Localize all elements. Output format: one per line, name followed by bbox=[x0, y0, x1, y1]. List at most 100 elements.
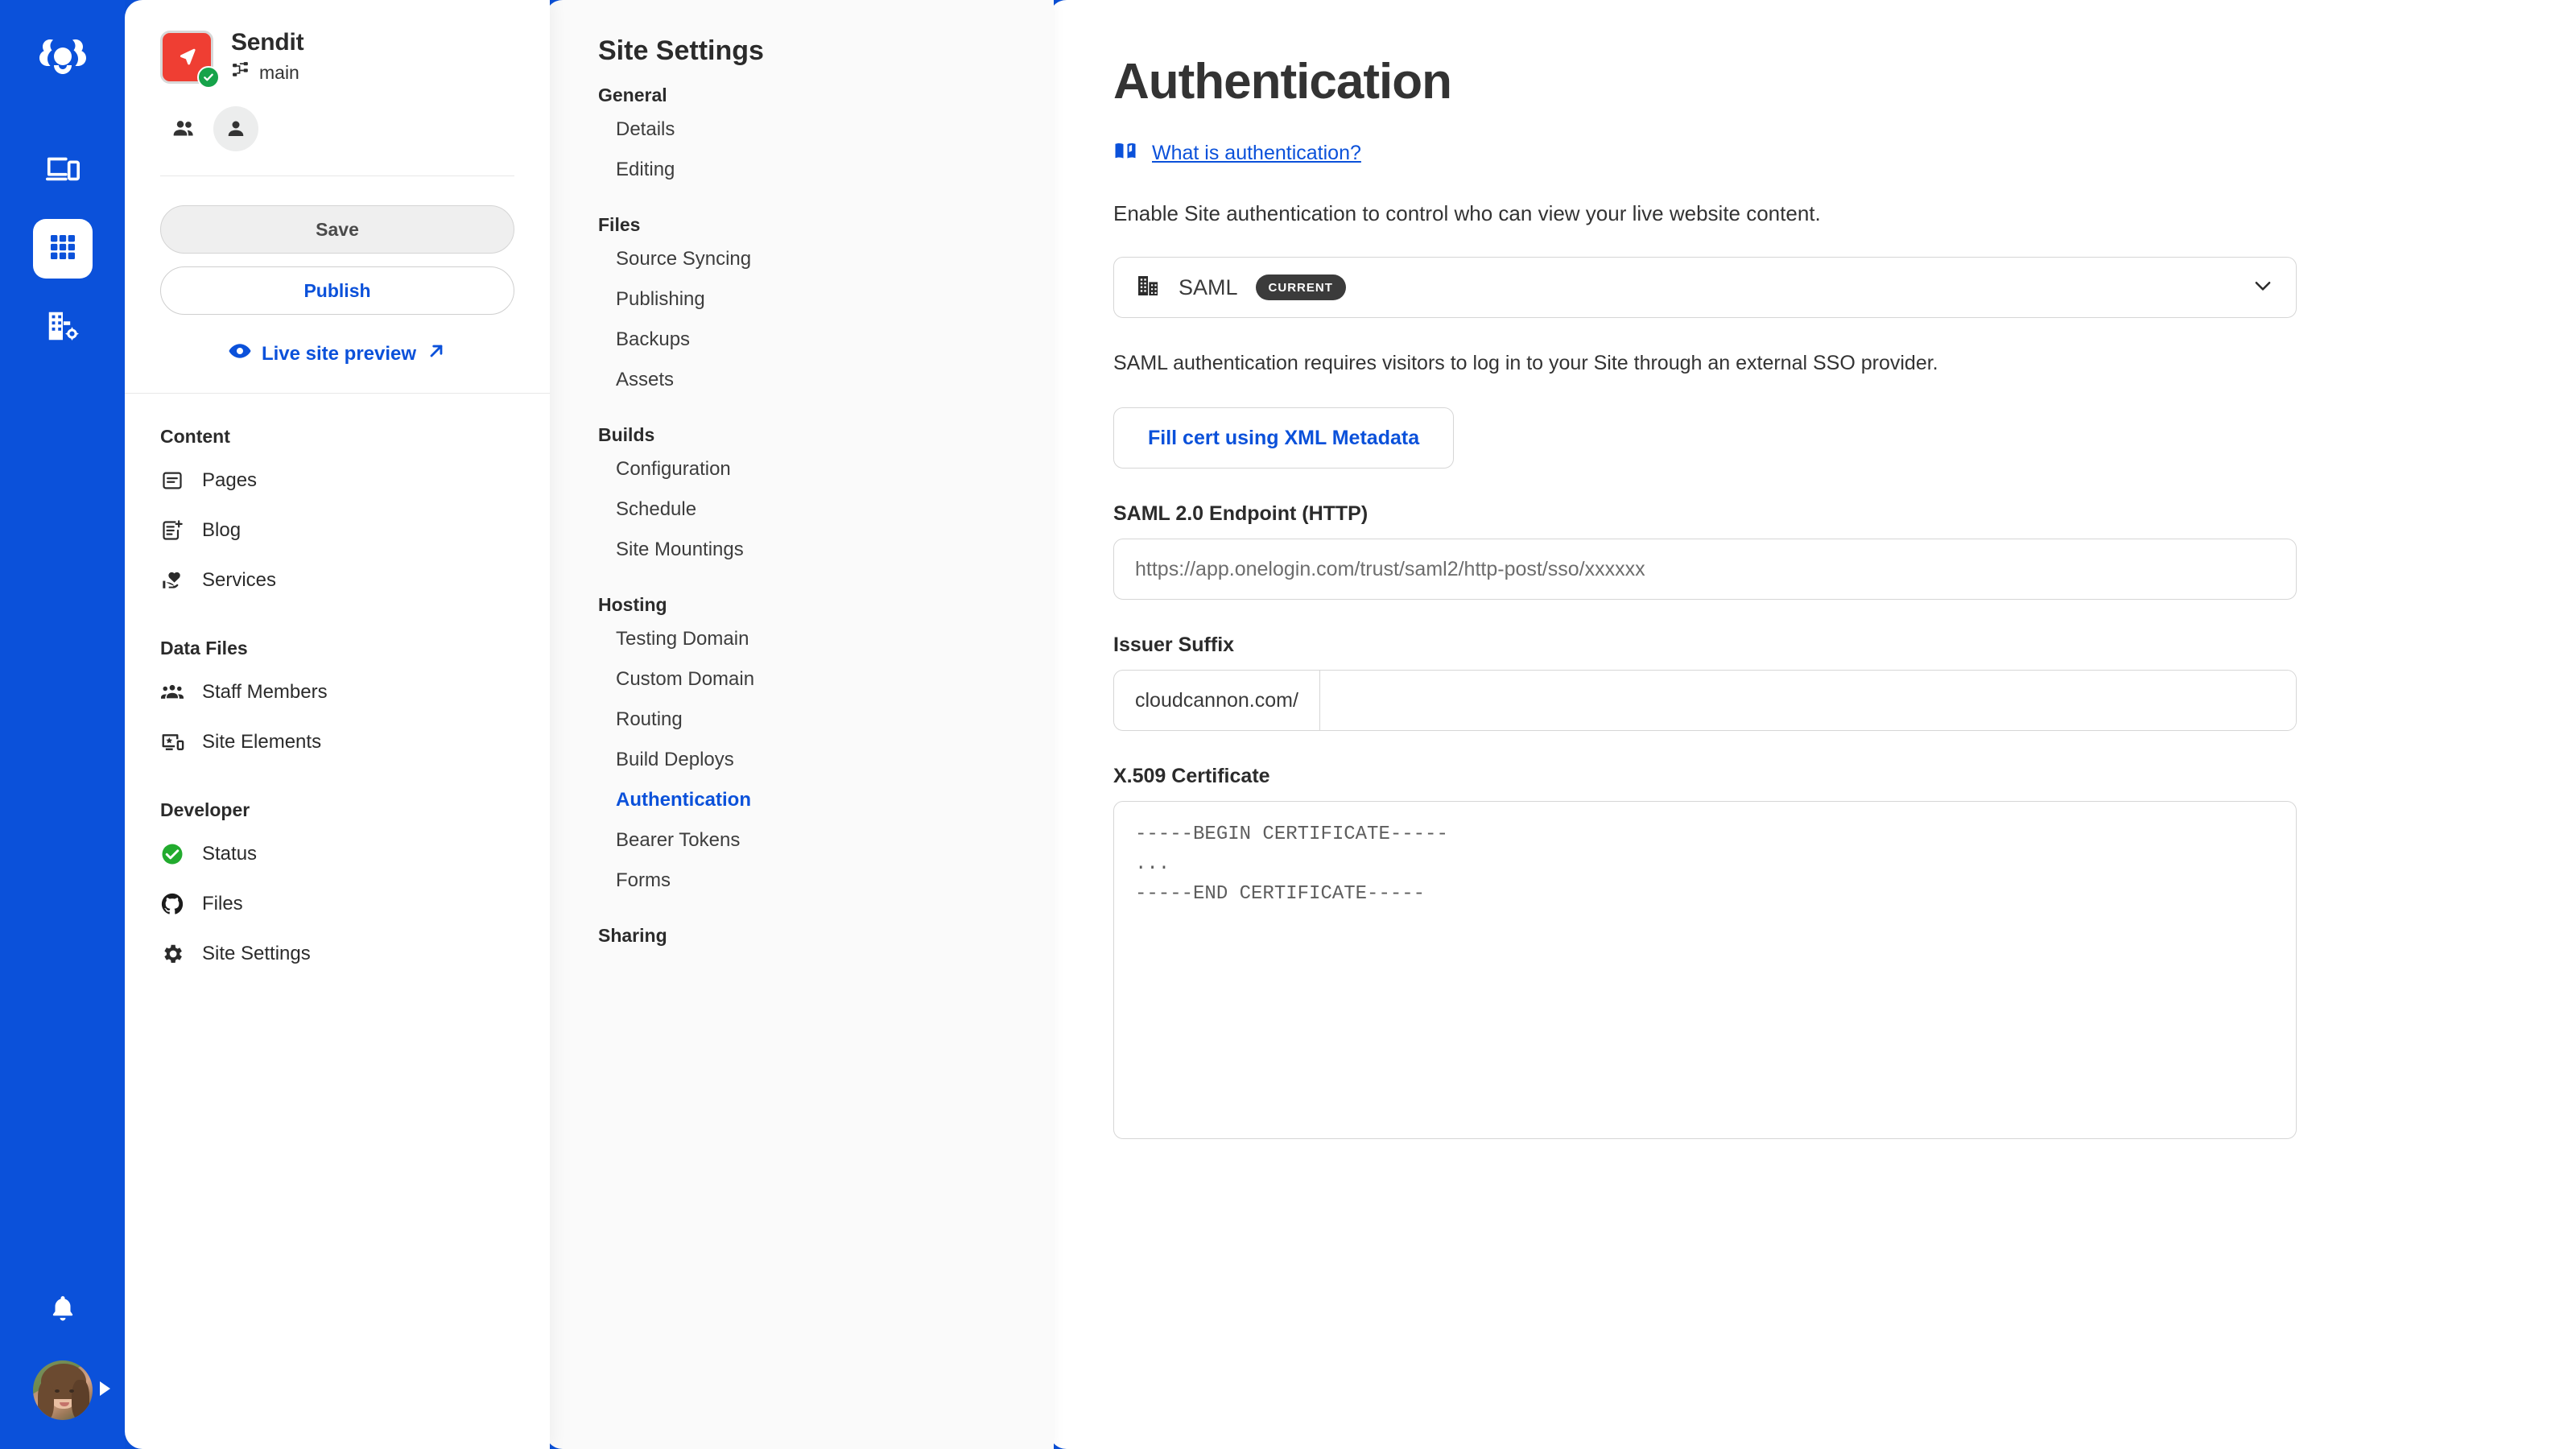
sidebar-item-label: Pages bbox=[202, 469, 258, 491]
site-branch: main bbox=[231, 60, 303, 85]
sidebar-item-status[interactable]: Status bbox=[160, 829, 514, 879]
auth-method-select[interactable]: SAML CURRENT bbox=[1113, 257, 2297, 318]
live-site-preview-link[interactable]: Live site preview bbox=[160, 339, 514, 369]
sidebar-item-staff-members[interactable]: Staff Members bbox=[160, 667, 514, 717]
app-root: Sendit main Save Publish Live site previ… bbox=[0, 0, 2576, 1449]
settings-group-sharing: Sharing bbox=[598, 925, 667, 946]
building-icon bbox=[1135, 273, 1161, 303]
page-icon bbox=[160, 469, 184, 493]
saml-endpoint-input[interactable] bbox=[1113, 539, 2297, 600]
site-people bbox=[160, 106, 514, 151]
services-heart-hand-icon bbox=[160, 568, 184, 592]
cloudcannon-logo-icon[interactable] bbox=[32, 29, 93, 90]
settings-group-general: General bbox=[598, 85, 667, 105]
arrow-up-right-icon bbox=[426, 341, 447, 367]
intro-text: Enable Site authentication to control wh… bbox=[1113, 201, 1821, 225]
divider bbox=[125, 393, 550, 394]
sidebar-item-label: Files bbox=[202, 893, 243, 914]
issuer-suffix-prefix: cloudcannon.com/ bbox=[1114, 671, 1320, 730]
publish-button[interactable]: Publish bbox=[160, 266, 514, 315]
rail-item-organisation-settings[interactable] bbox=[33, 298, 93, 357]
settings-link-schedule[interactable]: Schedule bbox=[598, 489, 1054, 530]
rail-items bbox=[32, 140, 93, 357]
settings-link-source-syncing[interactable]: Source Syncing bbox=[598, 239, 1054, 279]
avatar[interactable] bbox=[32, 1360, 110, 1420]
settings-link-assets[interactable]: Assets bbox=[598, 360, 1054, 400]
status-check-icon bbox=[160, 842, 184, 866]
sidebar-item-site-elements[interactable]: Site Elements bbox=[160, 717, 514, 767]
sidebar-item-label: Site Elements bbox=[202, 731, 322, 753]
settings-nav-panel: Site Settings General Details Editing Fi… bbox=[545, 0, 1054, 1449]
settings-link-editing[interactable]: Editing bbox=[598, 150, 1054, 190]
sidebar-item-label: Services bbox=[202, 569, 277, 591]
site-branch-label: main bbox=[259, 62, 299, 83]
settings-group-builds: Builds bbox=[598, 424, 655, 445]
save-button[interactable]: Save bbox=[160, 205, 514, 254]
nav-group-title-developer: Developer bbox=[160, 799, 250, 820]
settings-link-backups[interactable]: Backups bbox=[598, 320, 1054, 360]
settings-link-details[interactable]: Details bbox=[598, 109, 1054, 150]
settings-group-hosting: Hosting bbox=[598, 594, 667, 615]
rail-bottom bbox=[0, 1288, 125, 1420]
main-content: Authentication What is authentication? E… bbox=[1049, 0, 2576, 1449]
rail-item-visual-editor[interactable] bbox=[33, 140, 93, 200]
site-identity[interactable]: Sendit main bbox=[160, 29, 514, 89]
staff-members-icon bbox=[160, 680, 184, 704]
settings-link-bearer-tokens[interactable]: Bearer Tokens bbox=[598, 820, 1054, 861]
sidebar-item-files[interactable]: Files bbox=[160, 879, 514, 929]
endpoint-field-label: SAML 2.0 Endpoint (HTTP) bbox=[1113, 502, 1368, 525]
settings-link-site-mountings[interactable]: Site Mountings bbox=[598, 530, 1054, 570]
settings-link-routing[interactable]: Routing bbox=[598, 700, 1054, 740]
site-header: Sendit main bbox=[125, 0, 550, 176]
people-icon[interactable] bbox=[162, 106, 207, 151]
site-panel: Sendit main Save Publish Live site previ… bbox=[125, 0, 550, 1449]
sidebar-item-blog[interactable]: Blog bbox=[160, 506, 514, 555]
x509-certificate-field-label: X.509 Certificate bbox=[1113, 765, 1270, 787]
issuer-suffix-input[interactable] bbox=[1319, 671, 2296, 730]
documentation-link-label[interactable]: What is authentication? bbox=[1152, 142, 1361, 165]
settings-link-publishing[interactable]: Publishing bbox=[598, 279, 1054, 320]
avatar-image bbox=[32, 1360, 93, 1420]
auth-method-select-value: SAML CURRENT bbox=[1135, 273, 2251, 303]
github-icon bbox=[160, 892, 184, 916]
auth-method-label: SAML bbox=[1179, 275, 1238, 299]
nav-group-title-data-files: Data Files bbox=[160, 638, 248, 658]
site-logo bbox=[160, 31, 220, 89]
sidebar-item-label: Site Settings bbox=[202, 943, 311, 964]
caret-right-icon bbox=[99, 1381, 110, 1396]
blog-icon bbox=[160, 518, 184, 543]
sidebar-item-pages[interactable]: Pages bbox=[160, 456, 514, 506]
gear-icon bbox=[160, 942, 184, 966]
person-icon[interactable] bbox=[213, 106, 258, 151]
issuer-suffix-field-label: Issuer Suffix bbox=[1113, 634, 1235, 656]
settings-link-forms[interactable]: Forms bbox=[598, 861, 1054, 901]
devices-icon bbox=[44, 150, 81, 191]
book-icon bbox=[1113, 139, 1137, 167]
check-icon bbox=[197, 66, 220, 89]
live-site-preview-label: Live site preview bbox=[261, 342, 417, 365]
site-name: Sendit bbox=[231, 29, 304, 56]
settings-link-build-deploys[interactable]: Build Deploys bbox=[598, 740, 1054, 780]
site-nav: Content Pages Blog Services Data Files S… bbox=[125, 426, 550, 979]
settings-link-testing-domain[interactable]: Testing Domain bbox=[598, 619, 1054, 659]
x509-certificate-textarea[interactable] bbox=[1113, 801, 2297, 1139]
settings-group-files: Files bbox=[598, 214, 641, 235]
sidebar-item-services[interactable]: Services bbox=[160, 555, 514, 605]
rail-item-app-grid[interactable] bbox=[32, 219, 93, 279]
status-badge: CURRENT bbox=[1255, 275, 1346, 300]
nav-group-title-content: Content bbox=[160, 426, 230, 447]
settings-link-custom-domain[interactable]: Custom Domain bbox=[598, 659, 1054, 700]
organisation-settings-icon bbox=[44, 308, 81, 349]
sidebar-item-label: Blog bbox=[202, 519, 242, 541]
page-title: Authentication bbox=[1113, 54, 1452, 109]
grid-apps-icon bbox=[47, 231, 79, 267]
documentation-link[interactable]: What is authentication? bbox=[1113, 139, 2512, 167]
settings-link-configuration[interactable]: Configuration bbox=[598, 449, 1054, 489]
bell-icon[interactable] bbox=[42, 1288, 84, 1330]
sidebar-item-label: Staff Members bbox=[202, 681, 328, 703]
method-description: SAML authentication requires visitors to… bbox=[1113, 352, 1938, 374]
sidebar-item-site-settings[interactable]: Site Settings bbox=[160, 929, 514, 979]
site-elements-icon bbox=[160, 730, 184, 754]
settings-link-authentication[interactable]: Authentication bbox=[598, 780, 1054, 820]
fill-cert-xml-metadata-button[interactable]: Fill cert using XML Metadata bbox=[1113, 407, 1455, 469]
